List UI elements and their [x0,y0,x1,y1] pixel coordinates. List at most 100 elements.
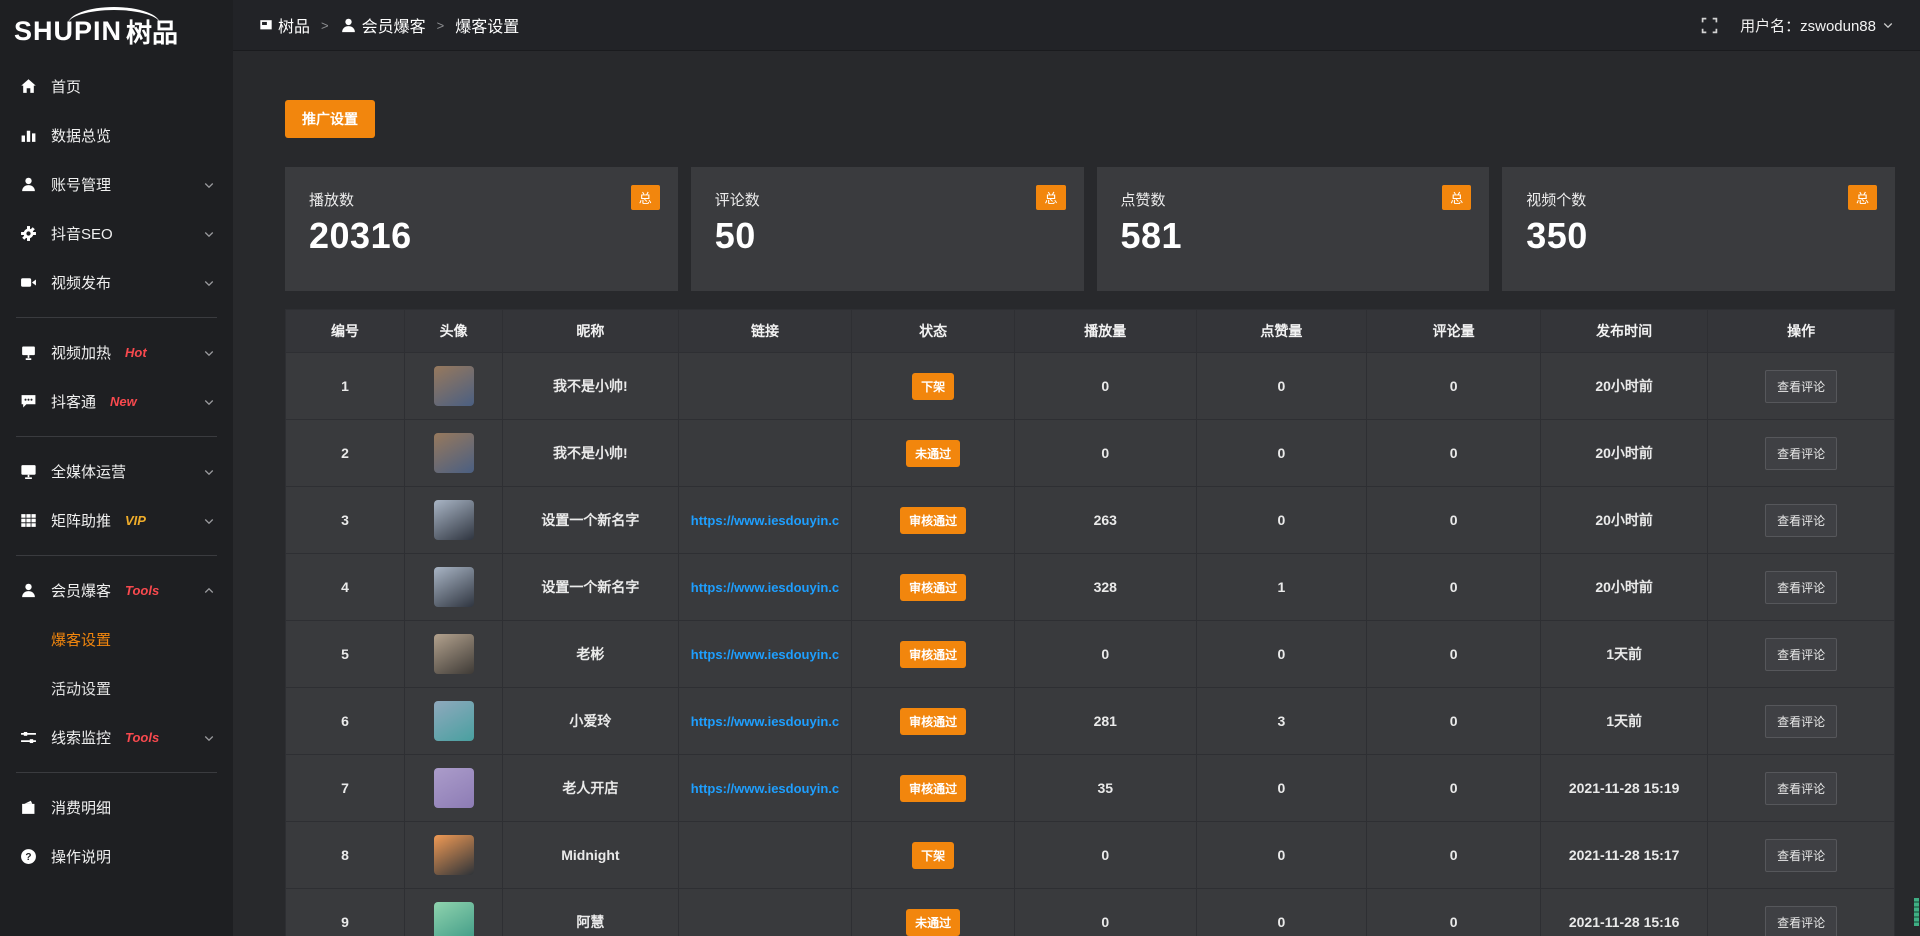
profile-link[interactable]: https://www.iesdouyin.c [691,580,839,595]
cell-plays: 281 [1014,688,1196,755]
sidebar-item-member-baoke[interactable]: 会员爆客Tools [0,566,233,615]
chevron-up-icon [203,585,215,597]
user-menu[interactable]: 用户名：zswodun88 [1740,15,1894,36]
cell-link [678,353,852,420]
status-badge: 审核通过 [900,574,966,601]
sidebar-item-douyin-seo[interactable]: 抖音SEO [0,209,233,258]
stats-row: 播放数20316总评论数50总点赞数581总视频个数350总 [285,167,1895,291]
column-header: 发布时间 [1540,310,1707,353]
total-badge: 总 [1848,185,1877,210]
cell-publish-time: 1天前 [1540,621,1707,688]
total-badge: 总 [1442,185,1471,210]
cell-avatar [405,420,503,487]
sidebar-item-clue-monitor[interactable]: 线索监控Tools [0,713,233,762]
avatar [434,433,474,473]
profile-link[interactable]: https://www.iesdouyin.c [691,647,839,662]
cell-link [678,889,852,936]
cell-link [678,420,852,487]
sidebar-item-douketong[interactable]: 抖客通New [0,377,233,426]
sidebar-divider [16,317,217,318]
cell-comments: 0 [1367,688,1541,755]
avatar [434,902,474,936]
profile-link[interactable]: https://www.iesdouyin.c [691,714,839,729]
avatar [434,835,474,875]
sidebar-item-video-publish[interactable]: 视频发布 [0,258,233,307]
cell-publish-time: 20小时前 [1540,353,1707,420]
stat-label: 点赞数 [1121,189,1466,210]
view-comments-button[interactable]: 查看评论 [1765,437,1837,470]
cell-comments: 0 [1367,420,1541,487]
view-comments-button[interactable]: 查看评论 [1765,504,1837,537]
breadcrumb-separator: > [321,18,329,33]
sidebar-item-home[interactable]: 首页 [0,62,233,111]
status-badge: 下架 [912,842,954,869]
cell-action: 查看评论 [1708,353,1895,420]
cell-id: 1 [286,353,405,420]
sidebar-subitem-activity-settings[interactable]: 活动设置 [0,664,233,713]
view-comments-button[interactable]: 查看评论 [1765,638,1837,671]
cell-avatar [405,889,503,936]
main-area: 树品 > 会员爆客 > 爆客设置 用户名：zswodun88 推广设置 播放数 20316… [233,0,1920,936]
status-badge: 审核通过 [900,641,966,668]
profile-link[interactable]: https://www.iesdouyin.c [691,781,839,796]
promo-settings-button[interactable]: 推广设置 [285,100,375,138]
sidebar-item-label: 视频加热 [51,342,111,363]
cell-nickname: 设置一个新名字 [503,554,678,621]
avatar [434,567,474,607]
profile-link[interactable]: https://www.iesdouyin.c [691,513,839,528]
column-header: 头像 [405,310,503,353]
scrollbar-thumb[interactable] [1914,898,1919,926]
cell-nickname: Midnight [503,822,678,889]
cell-status: 未通过 [852,420,1015,487]
view-comments-button[interactable]: 查看评论 [1765,906,1837,936]
cell-plays: 0 [1014,822,1196,889]
view-comments-button[interactable]: 查看评论 [1765,370,1837,403]
chevron-down-icon [203,515,215,527]
sidebar-item-consume-detail[interactable]: 消费明细 [0,783,233,832]
cell-publish-time: 20小时前 [1540,487,1707,554]
sidebar-item-account-manage[interactable]: 账号管理 [0,160,233,209]
logo-arc [68,7,160,24]
sidebar-item-label: 数据总览 [51,125,111,146]
gear-icon [18,225,38,242]
status-badge: 审核通过 [900,708,966,735]
cell-comments: 0 [1367,822,1541,889]
breadcrumb-separator: > [437,18,445,33]
cell-likes: 1 [1196,554,1367,621]
sidebar-subitem-baoke-settings[interactable]: 爆客设置 [0,615,233,664]
cell-comments: 0 [1367,755,1541,822]
view-comments-button[interactable]: 查看评论 [1765,839,1837,872]
table-row: 2我不是小帅!未通过00020小时前查看评论 [286,420,1895,487]
sidebar-item-data-overview[interactable]: 数据总览 [0,111,233,160]
breadcrumb-item[interactable]: 树品 [259,13,310,37]
sidebar-item-video-heat[interactable]: 视频加热Hot [0,328,233,377]
stat-card: 播放数20316总 [285,167,678,291]
stat-card: 视频个数350总 [1502,167,1895,291]
stat-value: 20316 [309,215,654,257]
sidebar-item-media-ops[interactable]: 全媒体运营 [0,447,233,496]
cell-id: 8 [286,822,405,889]
sidebar-item-label: 全媒体运营 [51,461,126,482]
view-comments-button[interactable]: 查看评论 [1765,571,1837,604]
table-row: 6小爱玲https://www.iesdouyin.c审核通过281301天前查… [286,688,1895,755]
column-header: 操作 [1708,310,1895,353]
view-comments-button[interactable]: 查看评论 [1765,705,1837,738]
chat-icon [18,393,38,410]
breadcrumb-item[interactable]: 会员爆客 [340,13,426,37]
chevron-down-icon [203,179,215,191]
sidebar-item-operation-guide[interactable]: ?操作说明 [0,832,233,881]
stat-label: 播放数 [309,189,654,210]
breadcrumb-item[interactable]: 爆客设置 [455,13,519,37]
view-comments-button[interactable]: 查看评论 [1765,772,1837,805]
stat-value: 350 [1526,215,1871,257]
cell-id: 9 [286,889,405,936]
chevron-down-icon [203,277,215,289]
user-icon [18,176,38,193]
sidebar-item-matrix-boost[interactable]: 矩阵助推VIP [0,496,233,545]
table-row: 4设置一个新名字https://www.iesdouyin.c审核通过32810… [286,554,1895,621]
cell-id: 4 [286,554,405,621]
chart-icon [18,127,38,144]
menu-tag: New [110,394,137,409]
fullscreen-icon[interactable] [1701,17,1718,34]
user-icon [340,17,357,34]
